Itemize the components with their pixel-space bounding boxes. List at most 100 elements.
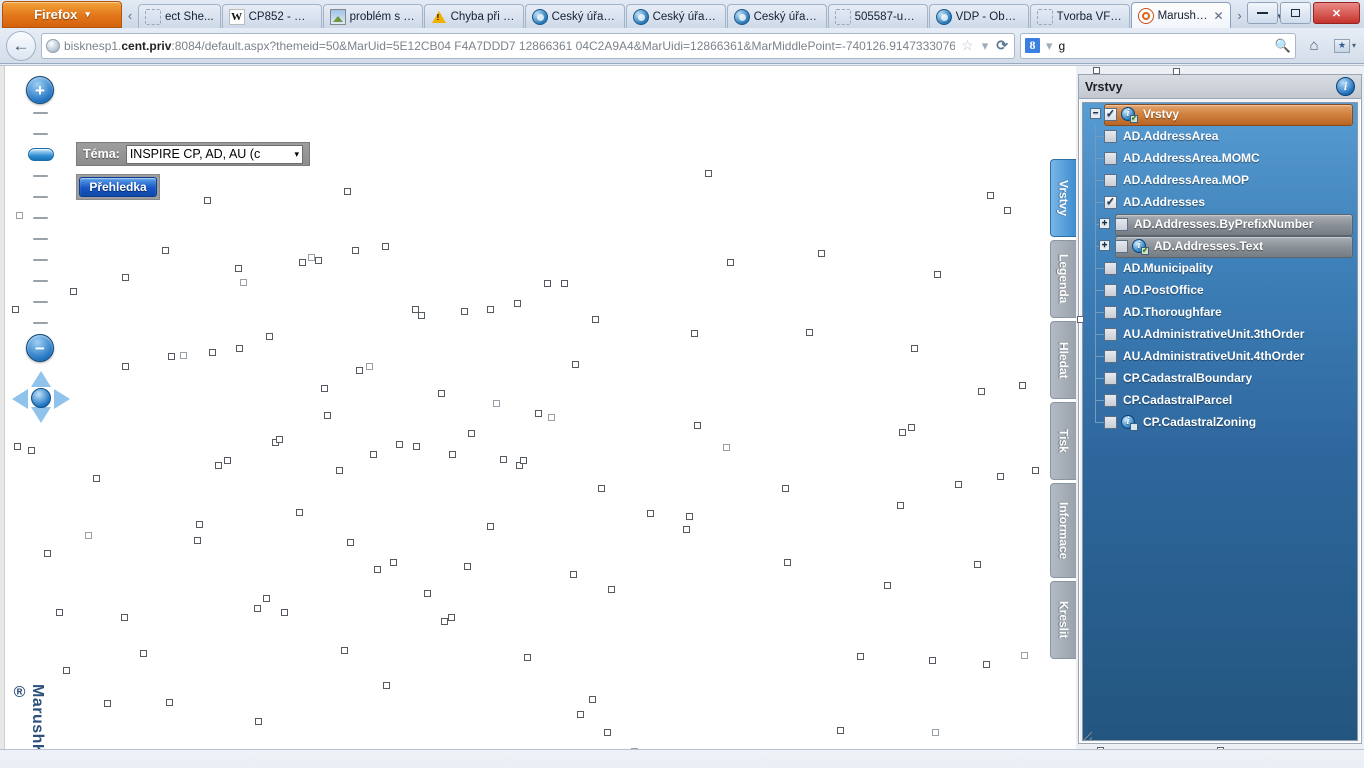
- browser-tab-active[interactable]: Marushk... ✕: [1130, 2, 1231, 28]
- search-icon[interactable]: 🔍: [1275, 38, 1291, 54]
- zoom-in-button[interactable]: +: [26, 76, 54, 104]
- pan-control[interactable]: [12, 371, 70, 423]
- address-point[interactable]: [336, 467, 343, 474]
- address-point[interactable]: [424, 590, 431, 597]
- checkbox-unchecked[interactable]: [1104, 371, 1117, 385]
- address-point[interactable]: [806, 329, 813, 336]
- layer-tree-row[interactable]: AD.Thoroughfare: [1083, 301, 1357, 323]
- address-point[interactable]: [140, 650, 147, 657]
- address-point[interactable]: [341, 647, 348, 654]
- address-point[interactable]: [723, 444, 730, 451]
- checkbox-checked[interactable]: ✓: [1104, 195, 1117, 209]
- bookmarks-button[interactable]: ★ ▾: [1332, 33, 1358, 59]
- address-point[interactable]: [487, 306, 494, 313]
- browser-tab[interactable]: problém s g...: [322, 4, 423, 28]
- checkbox-unchecked[interactable]: [1104, 173, 1117, 187]
- layer-tree-row[interactable]: AD.Municipality: [1083, 257, 1357, 279]
- address-point[interactable]: [196, 521, 203, 528]
- tab-tisk[interactable]: Tisk: [1050, 402, 1076, 480]
- address-point[interactable]: [782, 485, 789, 492]
- address-point[interactable]: [694, 422, 701, 429]
- address-point[interactable]: [383, 682, 390, 689]
- address-point[interactable]: [448, 614, 455, 621]
- address-point[interactable]: [500, 456, 507, 463]
- search-input[interactable]: g: [1059, 39, 1271, 53]
- address-point[interactable]: [493, 400, 500, 407]
- address-point[interactable]: [974, 561, 981, 568]
- checkbox-unchecked[interactable]: [1104, 349, 1117, 363]
- layer-tree-row[interactable]: ✓ AD.Addresses: [1083, 191, 1357, 213]
- address-point[interactable]: [908, 424, 915, 431]
- info-icon[interactable]: i: [1336, 77, 1355, 96]
- address-point[interactable]: [932, 729, 939, 736]
- zoom-slider-thumb[interactable]: [28, 148, 54, 161]
- address-point[interactable]: [683, 526, 690, 533]
- address-point[interactable]: [978, 388, 985, 395]
- chevron-down-icon[interactable]: ▾: [1044, 38, 1055, 54]
- checkbox-checked[interactable]: ✓: [1104, 107, 1117, 121]
- address-point[interactable]: [308, 254, 315, 261]
- address-point[interactable]: [929, 657, 936, 664]
- browser-tab[interactable]: Český úřad ...: [524, 4, 625, 28]
- address-point[interactable]: [468, 430, 475, 437]
- address-point[interactable]: [255, 718, 262, 725]
- address-point[interactable]: [14, 443, 21, 450]
- address-point[interactable]: [1004, 207, 1011, 214]
- address-point[interactable]: [487, 523, 494, 530]
- chevron-down-icon[interactable]: ▾: [980, 38, 991, 54]
- address-point[interactable]: [899, 429, 906, 436]
- address-point[interactable]: [44, 550, 51, 557]
- address-point[interactable]: [570, 571, 577, 578]
- tab-scroll-right-icon[interactable]: ›: [1232, 2, 1248, 28]
- address-point[interactable]: [837, 727, 844, 734]
- address-point[interactable]: [1032, 467, 1039, 474]
- browser-tab[interactable]: W CP852 - Wik...: [221, 4, 322, 28]
- zoom-slider-control[interactable]: + −: [26, 76, 56, 366]
- address-point[interactable]: [577, 711, 584, 718]
- address-point[interactable]: [705, 170, 712, 177]
- pan-center-button[interactable]: [31, 388, 51, 408]
- layer-tree-row[interactable]: AD.AddressArea.MOP: [1083, 169, 1357, 191]
- close-icon[interactable]: ✕: [1214, 9, 1224, 23]
- layers-tree[interactable]: − ✓ i ✓ Vrstvy AD.AddressArea AD.AddressArea.M…: [1082, 102, 1358, 741]
- checkbox-unchecked[interactable]: [1115, 217, 1128, 231]
- address-point[interactable]: [209, 349, 216, 356]
- address-point[interactable]: [604, 729, 611, 736]
- pan-left-icon[interactable]: [12, 389, 28, 409]
- address-point[interactable]: [162, 247, 169, 254]
- address-point[interactable]: [266, 333, 273, 340]
- layer-tree-row[interactable]: + AD.Addresses.ByPrefixNumber: [1083, 213, 1357, 236]
- checkbox-unchecked[interactable]: [1104, 327, 1117, 341]
- checkbox-unchecked[interactable]: [1104, 151, 1117, 165]
- address-point[interactable]: [592, 316, 599, 323]
- address-point[interactable]: [299, 259, 306, 266]
- address-point[interactable]: [413, 443, 420, 450]
- address-point[interactable]: [544, 280, 551, 287]
- address-point[interactable]: [263, 595, 270, 602]
- address-point[interactable]: [366, 363, 373, 370]
- address-point[interactable]: [897, 502, 904, 509]
- browser-tab[interactable]: Chyba při n...: [423, 4, 524, 28]
- tab-scroll-left-icon[interactable]: ‹: [122, 2, 138, 28]
- checkbox-unchecked[interactable]: [1104, 393, 1117, 407]
- address-point[interactable]: [535, 410, 542, 417]
- address-point[interactable]: [691, 330, 698, 337]
- browser-tab[interactable]: Tvorba VF z...: [1029, 4, 1130, 28]
- tab-legenda[interactable]: Legenda: [1050, 240, 1076, 318]
- layer-tree-row[interactable]: AU.AdministrativeUnit.4thOrder: [1083, 345, 1357, 367]
- checkbox-unchecked[interactable]: [1104, 129, 1117, 143]
- browser-tab[interactable]: 505587-unic...: [827, 4, 928, 28]
- address-point[interactable]: [121, 614, 128, 621]
- browser-tab[interactable]: VDP - Obec,...: [928, 4, 1029, 28]
- address-point[interactable]: [28, 447, 35, 454]
- address-point[interactable]: [464, 563, 471, 570]
- address-point[interactable]: [955, 481, 962, 488]
- address-point[interactable]: [520, 457, 527, 464]
- address-point[interactable]: [449, 451, 456, 458]
- address-point[interactable]: [1019, 382, 1026, 389]
- google-search-engine-icon[interactable]: 8: [1025, 38, 1040, 53]
- address-point[interactable]: [70, 288, 77, 295]
- tab-hledat[interactable]: Hledat: [1050, 321, 1076, 399]
- address-point[interactable]: [438, 390, 445, 397]
- address-point[interactable]: [296, 509, 303, 516]
